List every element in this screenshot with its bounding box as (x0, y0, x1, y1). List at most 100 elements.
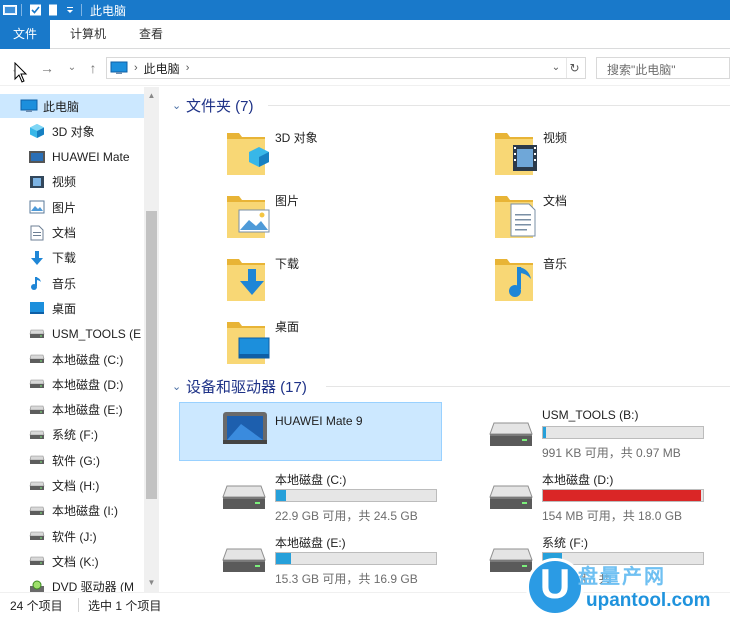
sidebar-item[interactable]: HUAWEI Mate (0, 145, 144, 169)
forward-arrow-icon[interactable]: → (38, 58, 56, 78)
folder-item[interactable]: 桌面 (225, 314, 455, 372)
scroll-thumb[interactable] (146, 211, 157, 499)
sidebar-item[interactable]: 本地磁盘 (I:) (0, 499, 144, 523)
customize-toolbar-dropdown-icon[interactable] (63, 4, 77, 16)
tab-file[interactable]: 文件 (0, 20, 50, 49)
folder-item[interactable]: 下载 (225, 251, 455, 309)
device-item[interactable]: HUAWEI Mate 9 (221, 406, 481, 466)
refresh-icon[interactable]: ↻ (566, 58, 582, 78)
sidebar-item-label: USM_TOOLS (E (52, 326, 142, 341)
drive-icon (28, 376, 46, 392)
group-divider (268, 105, 730, 106)
folder-item[interactable]: 音乐 (493, 251, 723, 309)
breadcrumb-chevron-icon[interactable]: › (134, 62, 138, 74)
drive-item[interactable]: 本地磁盘 (C:) 22.9 GB 可用，共 24.5 GB (221, 469, 481, 529)
address-bar[interactable]: › 此电脑 › ⌄ ↻ (106, 57, 586, 79)
sidebar-item-label: 本地磁盘 (E:) (52, 403, 123, 418)
sidebar-item[interactable]: 3D 对象 (0, 119, 144, 143)
sidebar-item-label: 视频 (52, 175, 77, 190)
sidebar-item[interactable]: 文档 (0, 221, 144, 245)
free-space-text: 22.9 GB 可用，共 24.5 GB (275, 509, 418, 523)
scroll-down-icon[interactable]: ▼ (144, 576, 159, 590)
music-icon (28, 275, 46, 291)
drive-icon (28, 528, 46, 544)
sidebar-item[interactable]: 本地磁盘 (D:) (0, 372, 144, 396)
sidebar-item[interactable]: 本地磁盘 (C:) (0, 347, 144, 371)
content-pane: ⌄ 文件夹 (7) 3D 对象 视频图片 文档下载 音乐桌面 ⌄ 设备和驱动器 (17… (162, 87, 730, 592)
3d-objects-icon (28, 123, 46, 139)
phone-device-icon (221, 410, 269, 446)
sidebar-item[interactable]: 图片 (0, 195, 144, 219)
folder-label: 文档 (543, 194, 568, 208)
sidebar-item[interactable]: 音乐 (0, 271, 144, 295)
ribbon: 文件 计算机 查看 (0, 20, 730, 49)
drive-icon (28, 553, 46, 569)
hard-drive-icon (488, 420, 534, 450)
sidebar-item-label: HUAWEI Mate (52, 149, 130, 164)
scroll-up-icon[interactable]: ▲ (144, 89, 159, 103)
tab-view[interactable]: 查看 (126, 20, 176, 49)
nav-scrollbar[interactable]: ▲ ▼ (144, 87, 159, 592)
navigation-bar: ← → ⌄ ↑ › 此电脑 › ⌄ ↻ 搜索"此电脑" (0, 50, 730, 86)
item-count: 24 个项目 (10, 599, 63, 613)
videos-folder-icon (493, 125, 539, 181)
drive-item[interactable]: USM_TOOLS (B:) 991 KB 可用，共 0.97 MB (488, 406, 730, 466)
new-folder-icon[interactable] (46, 4, 60, 16)
3d-objects-folder-icon (225, 125, 271, 181)
sidebar-item[interactable]: 视频 (0, 170, 144, 194)
title-divider (81, 4, 82, 16)
sidebar-item[interactable]: 软件 (G:) (0, 448, 144, 472)
desktop-icon (28, 300, 46, 316)
computer-icon (20, 98, 38, 114)
folder-item[interactable]: 文档 (493, 188, 723, 246)
group-divider (326, 386, 730, 387)
sidebar-item[interactable]: 软件 (J:) (0, 524, 144, 548)
sidebar-item[interactable]: 桌面 (0, 296, 144, 320)
folder-item[interactable]: 图片 (225, 188, 455, 246)
documents-icon (28, 225, 46, 241)
sidebar-item[interactable]: 本地磁盘 (E:) (0, 398, 144, 422)
explorer-window-icon[interactable] (3, 4, 17, 16)
status-divider (78, 598, 79, 612)
sidebar-item-label: DVD 驱动器 (M (52, 580, 134, 592)
group-header-folders[interactable]: ⌄ 文件夹 (7) (162, 93, 730, 117)
sidebar-item[interactable]: 文档 (H:) (0, 474, 144, 498)
videos-icon (28, 174, 46, 190)
drive-item[interactable]: 本地磁盘 (E:) 15.3 GB 可用，共 16.9 GB (221, 532, 481, 592)
properties-icon[interactable] (29, 4, 43, 16)
sidebar-item[interactable]: 文档 (K:) (0, 549, 144, 573)
collapse-chevron-icon[interactable]: ⌄ (172, 99, 181, 112)
drive-icon (28, 452, 46, 468)
sidebar-item-label: 音乐 (52, 276, 77, 291)
folder-label: 下载 (275, 257, 300, 271)
folder-item[interactable]: 视频 (493, 125, 723, 183)
sidebar-item[interactable]: DVD 驱动器 (M (0, 575, 144, 592)
folder-label: 视频 (543, 131, 568, 145)
search-placeholder: 搜索"此电脑" (607, 63, 676, 77)
capacity-bar (275, 552, 437, 565)
selection-count: 选中 1 个项目 (88, 599, 162, 613)
search-input[interactable]: 搜索"此电脑" (596, 57, 730, 79)
breadcrumb-chevron-icon[interactable]: › (186, 62, 190, 74)
drive-icon (28, 478, 46, 494)
sidebar-item[interactable]: 下载 (0, 246, 144, 270)
free-space-text: 15.3 GB 可用，共 16.9 GB (275, 572, 418, 586)
collapse-chevron-icon[interactable]: ⌄ (172, 380, 181, 393)
sidebar-item[interactable]: 此电脑 (0, 94, 144, 118)
sidebar-item-label: 3D 对象 (52, 124, 95, 139)
group-header-devices[interactable]: ⌄ 设备和驱动器 (17) (162, 374, 730, 398)
up-arrow-icon[interactable]: ↑ (84, 58, 102, 78)
free-space-text: 991 KB 可用，共 0.97 MB (542, 446, 681, 460)
sidebar-item[interactable]: 系统 (F:) (0, 423, 144, 447)
sidebar-item[interactable]: USM_TOOLS (E (0, 322, 144, 346)
folder-label: 音乐 (543, 257, 568, 271)
breadcrumb-this-pc[interactable]: 此电脑 (144, 60, 180, 77)
tab-computer[interactable]: 计算机 (58, 20, 118, 49)
window-title: 此电脑 (90, 3, 127, 18)
sidebar-item-label: 下载 (52, 251, 77, 266)
folder-item[interactable]: 3D 对象 (225, 125, 455, 183)
folder-label: 3D 对象 (275, 131, 318, 145)
drive-item[interactable]: 本地磁盘 (D:) 154 MB 可用，共 18.0 GB (488, 469, 730, 529)
recent-locations-chevron-icon[interactable]: ⌄ (63, 58, 81, 78)
address-dropdown-icon[interactable]: ⌄ (549, 58, 563, 78)
